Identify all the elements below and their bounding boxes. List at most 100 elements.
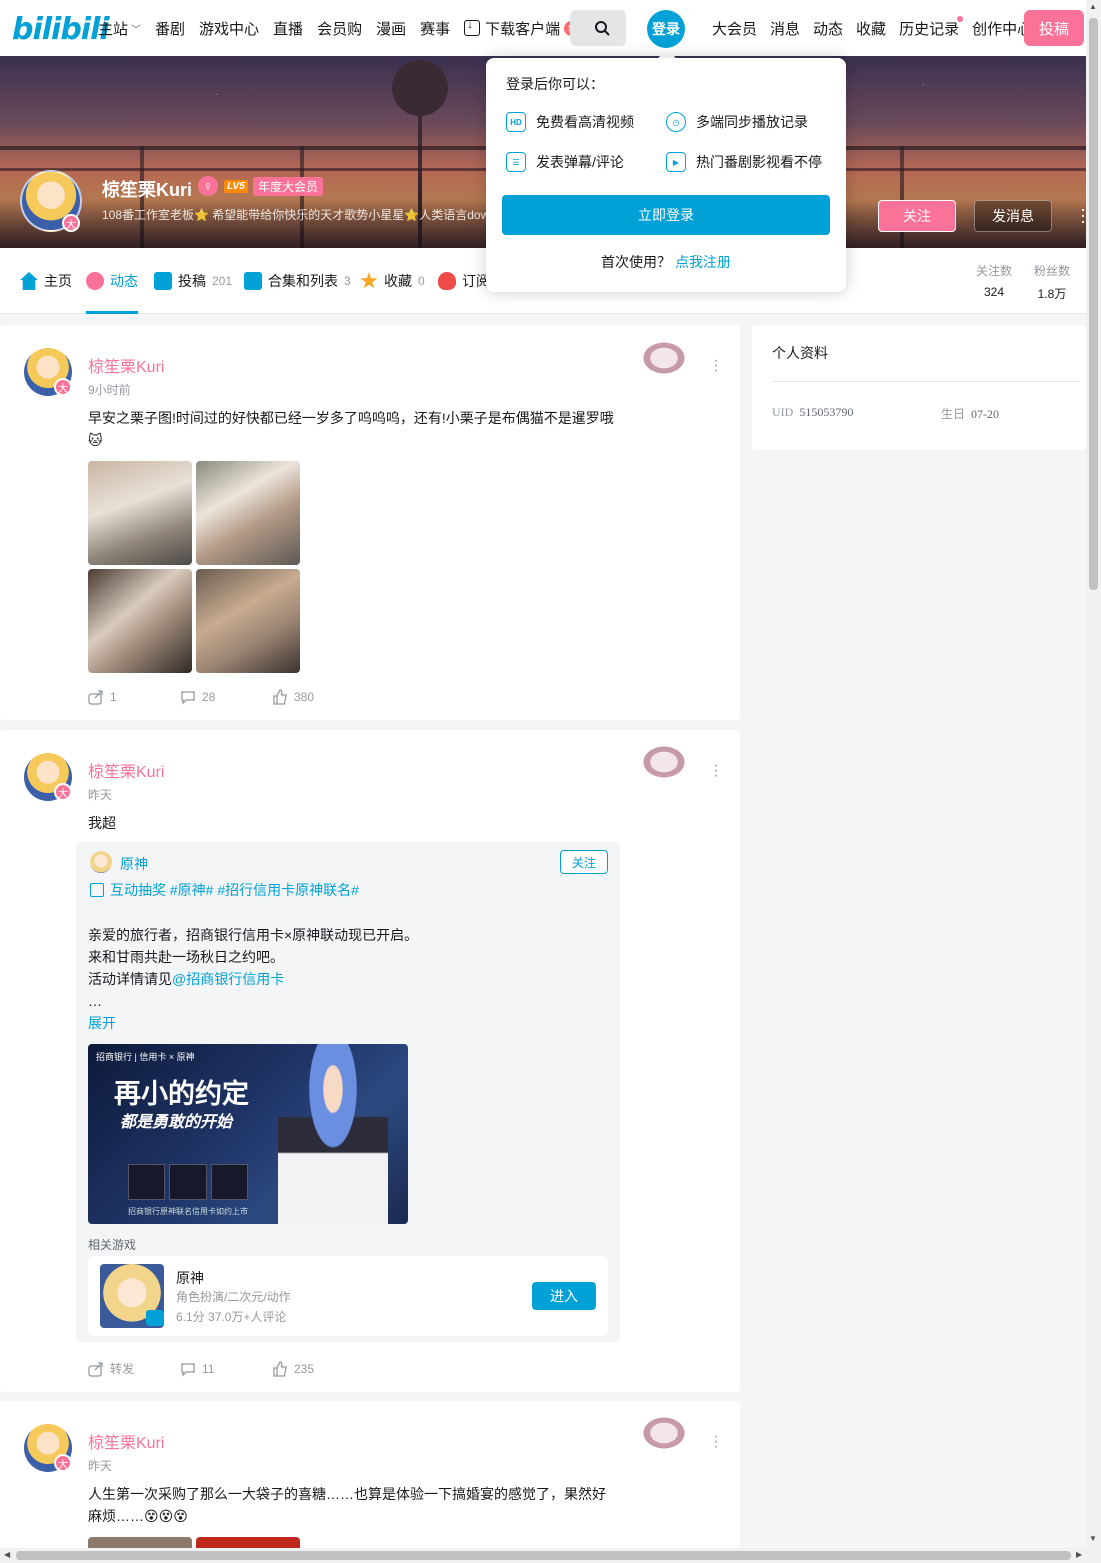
list-icon: ☰ <box>506 152 526 172</box>
post-time: 昨天 <box>88 1459 113 1473</box>
user-nav: 大会员 消息 动态 收藏 历史记录 创作中心 <box>712 0 1045 56</box>
scroll-left-arrow[interactable]: ◀ <box>4 1550 10 1559</box>
nav-match[interactable]: 赛事 <box>420 18 450 39</box>
nav-mall[interactable]: 会员购 <box>317 18 362 39</box>
nav-messages[interactable]: 消息 <box>770 18 800 39</box>
login-avatar-button[interactable]: 登录 <box>647 10 685 48</box>
thumbs-up-icon <box>273 1360 287 1377</box>
share-icon <box>88 690 103 705</box>
like-button[interactable]: 235 <box>272 1360 364 1377</box>
nav-live[interactable]: 直播 <box>273 18 303 39</box>
post-image[interactable] <box>88 569 192 673</box>
credit-cards-illustration <box>128 1164 248 1200</box>
clock-icon: ◷ <box>666 112 686 132</box>
post-image[interactable] <box>196 1537 300 1548</box>
post-image[interactable] <box>88 461 192 565</box>
tab-collections[interactable]: 合集和列表 3 <box>244 248 351 314</box>
tab-uploads[interactable]: 投稿 201 <box>154 248 232 314</box>
hd-icon: HD <box>506 112 526 132</box>
post-image[interactable] <box>196 569 300 673</box>
nav-anime[interactable]: 番剧 <box>155 18 185 39</box>
forwarded-author-avatar[interactable] <box>90 851 112 873</box>
feature-danmaku: ☰ 发表弹幕/评论 <box>506 152 624 172</box>
nav-game-center[interactable]: 游戏中心 <box>199 18 259 39</box>
tab-favorites[interactable]: 收藏 0 <box>360 248 425 314</box>
expand-link[interactable]: 展开 <box>88 1013 116 1033</box>
forward-button[interactable]: 1 <box>88 689 180 705</box>
tab-home[interactable]: 主页 <box>20 248 72 314</box>
nav-dynamics[interactable]: 动态 <box>813 18 843 39</box>
profile-signature: 108番工作室老板⭐ 希望能带给你快乐的天才歌势小星星⭐人类语言dow <box>102 208 490 222</box>
heart-icon <box>438 272 456 290</box>
bilibili-logo[interactable]: bilibili <box>12 12 110 47</box>
main-nav: 主站﹀ 番剧 游戏中心 直播 会员购 漫画 赛事 下载客户端 新 <box>98 0 595 56</box>
scroll-down-arrow[interactable]: ▼ <box>1089 1534 1097 1543</box>
like-button[interactable]: 380 <box>272 689 364 705</box>
search-button[interactable] <box>578 10 626 46</box>
follow-button[interactable]: 关注 <box>878 200 956 232</box>
post-text: 我超 <box>88 815 116 831</box>
register-prompt: 首次使用？ 点我注册 <box>601 254 731 270</box>
star-icon <box>360 272 378 289</box>
related-game-card[interactable] <box>88 1256 608 1336</box>
tab-dynamics[interactable]: 动态 <box>86 248 138 314</box>
playlist-icon <box>244 272 262 290</box>
comment-button[interactable]: 11 <box>180 1360 272 1377</box>
nav-manga[interactable]: 漫画 <box>376 18 406 39</box>
more-options-icon[interactable]: · · · <box>712 1429 720 1455</box>
tab-subscriptions[interactable]: 订阅 <box>438 248 490 314</box>
decoration-badge <box>640 1415 688 1451</box>
flower-icon <box>86 272 104 290</box>
feature-sync-history: ◷ 多端同步播放记录 <box>666 112 808 132</box>
more-options-icon[interactable]: · · · <box>712 353 720 379</box>
game-genre: 角色扮演/二次元/动作 <box>176 1290 291 1304</box>
nav-history[interactable]: 历史记录 <box>899 15 964 39</box>
gift-icon <box>90 883 104 897</box>
post-image[interactable] <box>196 461 300 565</box>
login-now-button[interactable]: 立即登录 <box>502 195 830 235</box>
character-illustration <box>278 1044 388 1224</box>
author-name[interactable]: 椋笙栗Kuri <box>88 353 164 377</box>
more-options-icon[interactable]: · · · <box>712 758 720 784</box>
author-name[interactable]: 椋笙栗Kuri <box>88 1429 164 1453</box>
fans-count[interactable]: 粉丝数 1.8万 <box>1032 262 1072 302</box>
register-link[interactable]: 点我注册 <box>675 254 731 270</box>
post-time: 昨天 <box>88 788 113 802</box>
forwarded-tags[interactable]: 互动抽奖 #原神# #招行信用卡原神联名# <box>90 880 359 900</box>
forwarded-author-name[interactable]: 原神 <box>120 854 148 874</box>
vertical-scroll-thumb[interactable] <box>1089 18 1098 590</box>
top-navbar: bilibili 主站﹀ 番剧 游戏中心 直播 会员购 漫画 赛事 下载客户端 … <box>0 0 1086 56</box>
nav-home[interactable]: 主站 ﹀ <box>98 18 141 39</box>
post-image[interactable] <box>88 1537 192 1548</box>
decoration-badge <box>640 744 688 780</box>
mention-link[interactable]: @招商银行信用卡 <box>172 971 284 987</box>
vip-avatar-badge: 大 <box>54 378 72 396</box>
home-icon <box>20 272 38 290</box>
following-count[interactable]: 关注数 324 <box>974 262 1014 299</box>
enter-game-button[interactable]: 进入 <box>532 1282 596 1310</box>
login-popup-title: 登录后你可以： <box>506 76 604 92</box>
vip-badge[interactable]: 年度大会员 <box>253 177 324 196</box>
comment-button[interactable]: 28 <box>180 689 272 705</box>
vip-avatar-badge: 大 <box>54 783 72 801</box>
author-name[interactable]: 椋笙栗Kuri <box>88 758 164 782</box>
upload-button[interactable]: 投稿 <box>1024 10 1084 46</box>
forward-button[interactable]: 转发 <box>88 1360 180 1377</box>
scroll-right-arrow[interactable]: ▶ <box>1076 1550 1082 1559</box>
feature-anime: ▶ 热门番剧影视看不停 <box>666 152 822 172</box>
profile-name: 椋笙栗Kuri <box>102 180 192 200</box>
forwarded-image[interactable]: 招商银行 | 信用卡 × 原神 再小的约定 都是勇敢的开始 招商银行原神联名信用… <box>88 1044 408 1224</box>
female-icon: ♀ <box>198 176 218 196</box>
forwarded-follow-button[interactable]: 关注 <box>560 850 608 874</box>
post-actions: 转发 11 235 <box>88 1360 364 1377</box>
message-button[interactable]: 发消息 <box>974 200 1052 232</box>
post-text: 人生第一次采购了那么一大袋子的喜糖……也算是体验一下搞婚宴的感觉了，果然好麻烦…… <box>88 1486 606 1524</box>
birthday-field: 生日 07-20 <box>941 407 1000 421</box>
horizontal-scroll-thumb[interactable] <box>16 1551 1071 1560</box>
download-client-link[interactable]: 下载客户端 新 <box>464 17 582 39</box>
nav-favorites[interactable]: 收藏 <box>856 18 886 39</box>
nav-vip[interactable]: 大会员 <box>712 18 757 39</box>
game-name[interactable]: 原神 <box>176 1268 204 1288</box>
forwarded-text: 亲爱的旅行者，招商银行信用卡×原神联动现已开启。 来和甘雨共赴一场秋日之约吧。 … <box>88 927 419 1009</box>
scroll-up-arrow[interactable]: ▲ <box>1089 2 1097 11</box>
